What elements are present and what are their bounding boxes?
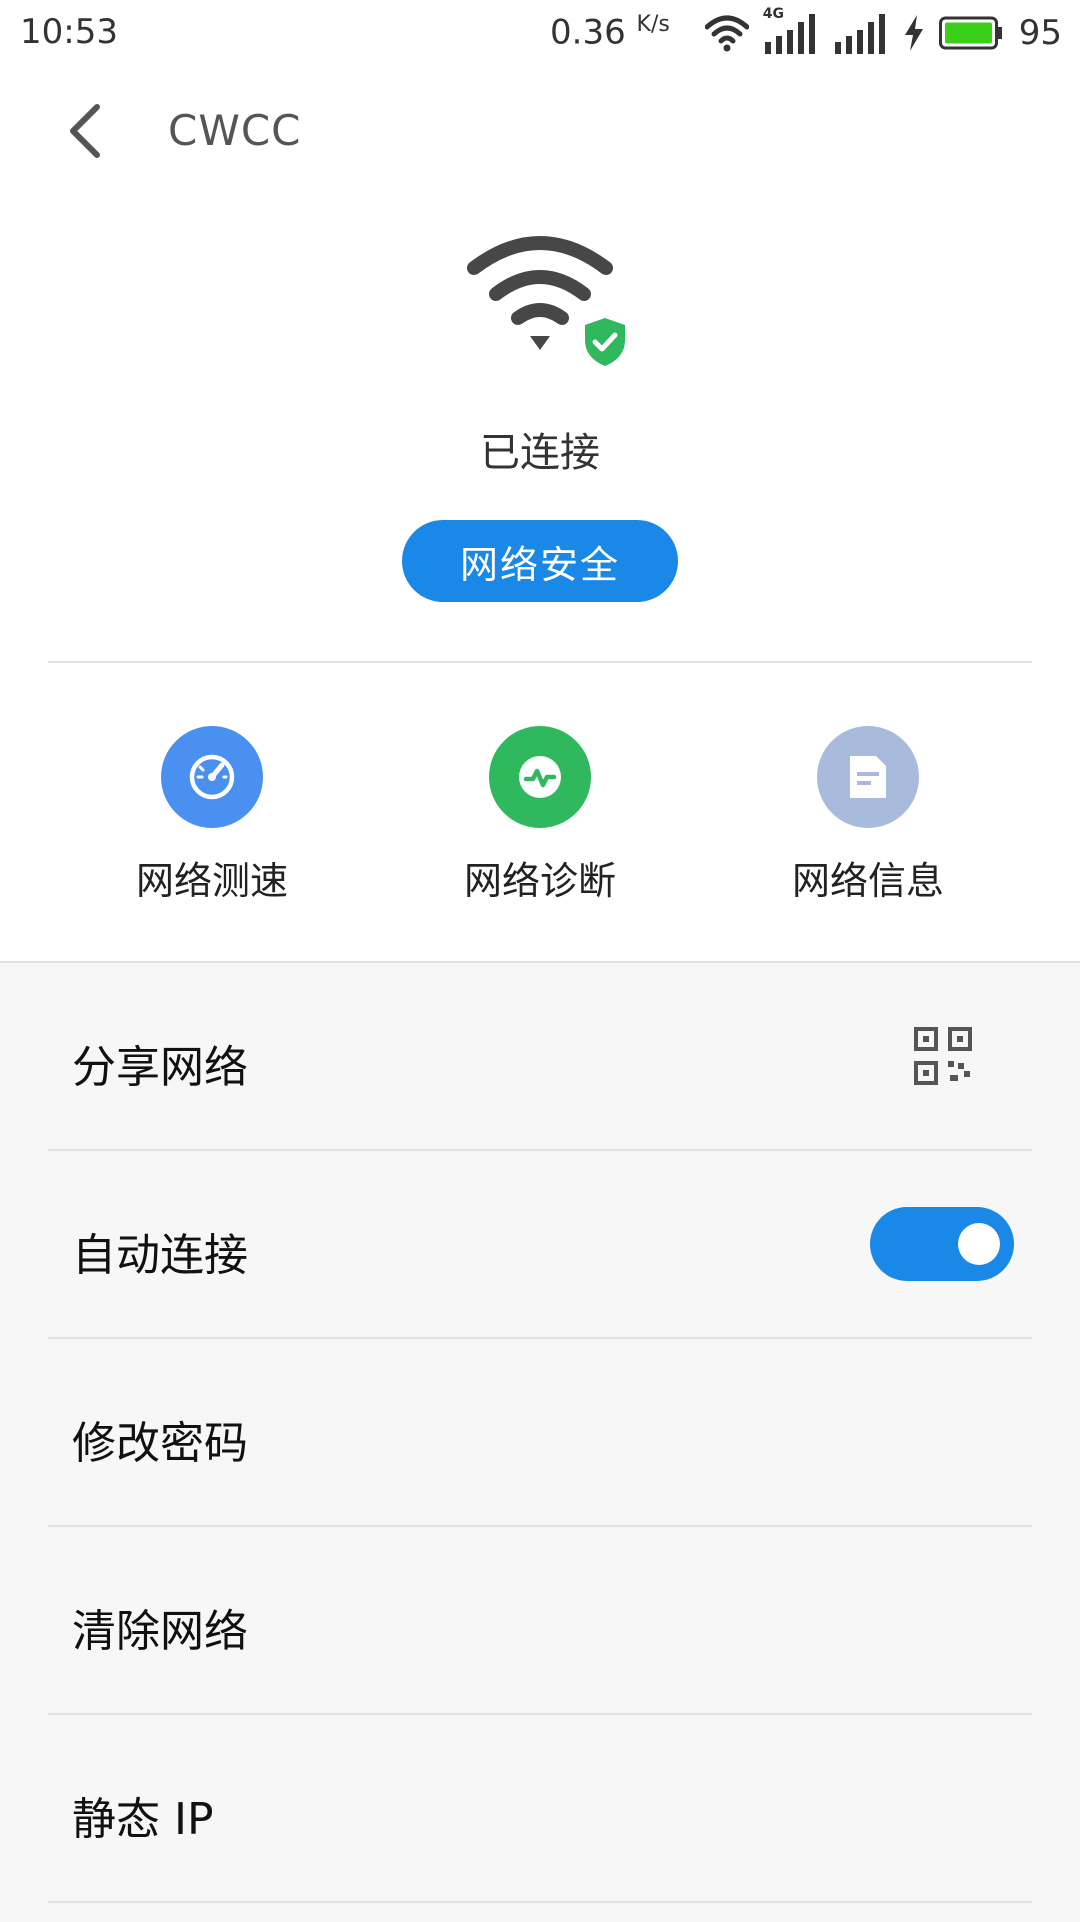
speed-unit: K/s [636,12,670,37]
tool-label: 网络诊断 [463,859,616,903]
back-arrow-icon [70,104,100,158]
divider [48,1901,1032,1903]
connection-status: 已连接 [480,430,600,476]
document-icon [850,756,886,798]
divider [48,661,1032,663]
header: CWCC [0,66,1080,202]
tool-speed-test[interactable]: 网络测速 [92,726,332,905]
setting-change-password[interactable]: 修改密码 [0,1339,1080,1527]
setting-forget-network[interactable]: 清除网络 [0,1527,1080,1715]
setting-label: 清除网络 [72,1606,248,1657]
status-speed: 0.36 K/s [550,12,670,52]
speedometer-icon [189,754,235,800]
settings-list: 分享网络 自动连接 修改密码 清除网络 静态 IP [0,961,1080,1922]
setting-label: 静态 IP [72,1794,214,1845]
tool-diagnosis-circle [489,726,591,828]
tool-label: 网络测速 [135,859,288,903]
back-button[interactable] [50,96,120,166]
auto-connect-toggle[interactable] [870,1207,1014,1281]
page-title: CWCC [168,106,302,155]
signal-icon [764,14,815,54]
battery-level: 95 [1018,13,1062,53]
setting-label: 自动连接 [72,1230,248,1281]
qr-code-icon[interactable] [914,1027,972,1085]
tool-label: 网络信息 [791,859,944,903]
wifi-signal-hero [460,228,640,388]
status-bar: 10:53 0.36 K/s 4G 95 [0,0,1080,66]
setting-static-ip[interactable]: 静态 IP [0,1715,1080,1903]
setting-label: 分享网络 [72,1042,248,1093]
wifi-status-icon [704,15,749,52]
speed-value: 0.36 [550,12,626,53]
tool-network-info[interactable]: 网络信息 [748,726,988,905]
setting-auto-connect[interactable]: 自动连接 [0,1151,1080,1339]
tool-diagnosis[interactable]: 网络诊断 [420,726,660,905]
setting-label: 修改密码 [72,1418,248,1469]
battery-icon [938,16,1002,50]
signal-icon-2 [834,14,885,54]
tool-network-info-circle [817,726,919,828]
setting-share-network[interactable]: 分享网络 [0,963,1080,1151]
shield-check-icon [585,318,625,366]
charging-icon [904,15,923,51]
status-time: 10:53 [20,12,118,52]
status-icons: 4G 95 [704,6,1062,56]
toggle-knob [958,1223,1000,1265]
pulse-icon [519,756,561,798]
tool-speed-test-circle [161,726,263,828]
network-tools: 网络测速 网络诊断 网络信息 [0,726,1080,926]
cellular-4g: 4G [763,6,819,56]
network-security-button[interactable]: 网络安全 [402,520,678,602]
